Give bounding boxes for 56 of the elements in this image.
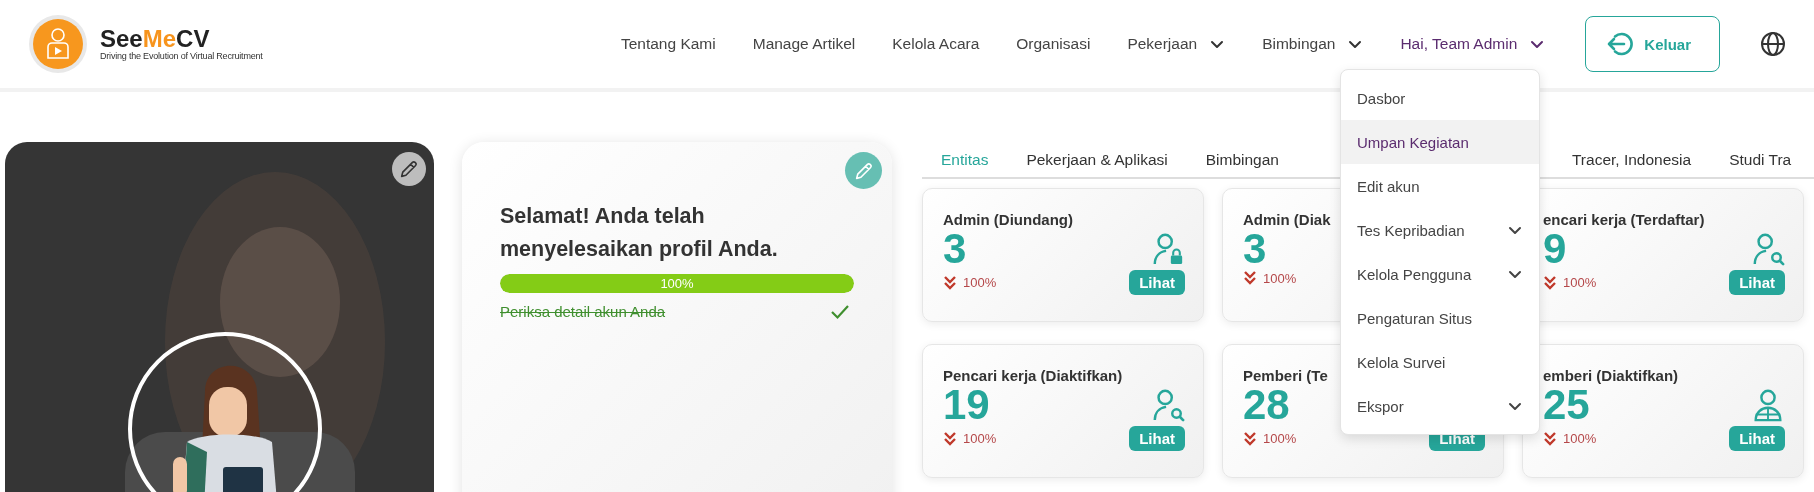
double-chevron-down-icon bbox=[1243, 270, 1257, 286]
menu-item[interactable]: Pengaturan Situs bbox=[1341, 296, 1539, 340]
menu-item[interactable]: Kelola Pengguna bbox=[1341, 252, 1539, 296]
double-chevron-down-icon bbox=[943, 274, 957, 291]
stat-count: 3 bbox=[1243, 228, 1267, 270]
nav-link[interactable]: Manage Artikel bbox=[752, 35, 856, 53]
double-chevron-down-icon bbox=[943, 430, 957, 447]
stat-change: 100% bbox=[1263, 431, 1297, 446]
stat-change: 100% bbox=[963, 275, 997, 290]
nav-dropdown[interactable]: Pekerjaan bbox=[1127, 35, 1226, 53]
check-icon bbox=[830, 303, 850, 320]
stat-count: 19 bbox=[943, 384, 990, 426]
brand-tagline: Driving the Evolution of Virtual Recruitment bbox=[100, 51, 263, 61]
stat-title: Pemberi (Te bbox=[1243, 367, 1329, 384]
stat-change: 100% bbox=[963, 431, 997, 446]
pencil-icon bbox=[398, 158, 420, 180]
double-chevron-down-icon bbox=[1243, 430, 1257, 447]
user-icon bbox=[1751, 388, 1785, 422]
menu-item[interactable]: Dasbor bbox=[1341, 76, 1539, 120]
stat-change: 100% bbox=[1563, 431, 1597, 446]
stat-title: Admin (Diundang) bbox=[943, 211, 1074, 228]
tab[interactable]: Pekerjaan & Aplikasi bbox=[1007, 142, 1187, 177]
task-label: Periksa detail akun Anda bbox=[500, 303, 666, 320]
nav-link[interactable]: Organisasi bbox=[1016, 35, 1091, 53]
stat-count: 28 bbox=[1243, 384, 1290, 426]
user-search-icon bbox=[1151, 388, 1185, 422]
double-chevron-down-icon bbox=[1543, 430, 1557, 447]
stat-title: Pencari kerja (Diaktifkan) bbox=[943, 367, 1124, 384]
menu-item[interactable]: Umpan Kegiatan bbox=[1341, 120, 1539, 164]
globe-icon[interactable] bbox=[1760, 31, 1786, 57]
progress-reading: 100% bbox=[659, 275, 695, 293]
stat-change: 100% bbox=[1263, 270, 1297, 286]
menu-item[interactable]: Kelola Survei bbox=[1341, 340, 1539, 384]
nav-link[interactable]: Tentang Kami bbox=[620, 35, 716, 53]
menu-item[interactable]: Ekspor bbox=[1341, 384, 1539, 428]
nav-link[interactable]: Kelola Acara bbox=[892, 35, 980, 53]
tab[interactable]: Studi Tra bbox=[1710, 142, 1811, 177]
stat-count: 25 bbox=[1543, 384, 1590, 426]
nav-dropdown[interactable]: Hai, Team Admin bbox=[1400, 35, 1546, 53]
tab[interactable]: Tracer, Indonesia bbox=[1552, 142, 1711, 177]
stat-title: Admin (Diak bbox=[1243, 211, 1332, 228]
logout-icon bbox=[1606, 30, 1635, 58]
user-lock-icon bbox=[1151, 232, 1185, 266]
stat-title: encari kerja (Terdaftar) bbox=[1543, 211, 1706, 228]
stat-title: emberi (Diaktifkan) bbox=[1543, 367, 1680, 384]
brand-name: SeeMeCV bbox=[100, 27, 211, 51]
nav-dropdown[interactable]: Bimbingan bbox=[1262, 35, 1364, 53]
stat-change: 100% bbox=[1563, 275, 1597, 290]
menu-item[interactable]: Tes Kepribadian bbox=[1341, 208, 1539, 252]
user-search-icon bbox=[1751, 232, 1785, 266]
menu-item[interactable]: Edit akun bbox=[1341, 164, 1539, 208]
double-chevron-down-icon bbox=[1543, 274, 1557, 291]
stat-count: 3 bbox=[943, 228, 967, 270]
stat-count: 9 bbox=[1543, 228, 1567, 270]
tab[interactable]: Bimbingan bbox=[1186, 142, 1298, 177]
profile-complete-title: Selamat! Anda telah menyelesaikan profil Anda. bbox=[500, 203, 779, 263]
